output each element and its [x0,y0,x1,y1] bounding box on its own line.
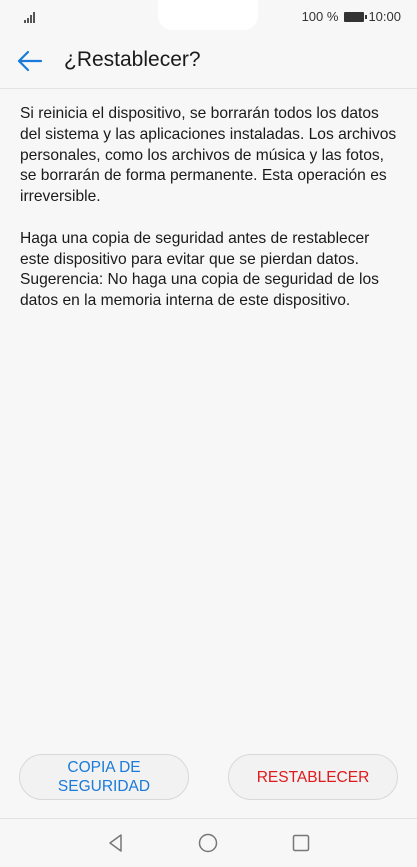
backup-button-label-line2: SEGURIDAD [57,778,151,795]
backup-button-label-line1: COPIA DE [67,759,141,776]
action-bar: ¿Restablecer? [0,34,417,89]
reset-button-label: RESTABLECER [256,768,370,786]
page-title: ¿Restablecer? [64,48,201,71]
nav-home-button[interactable] [194,829,222,857]
status-bar: 100 % 10:00 [0,0,417,34]
clock: 10:00 [368,9,401,24]
triangle-back-icon [109,834,122,852]
back-button[interactable] [14,46,46,76]
warning-paragraph-data-loss: Si reinicia el dispositivo, se borrarán … [20,105,397,206]
battery-percent: 100 % [301,9,339,24]
back-arrow-icon [17,50,43,72]
square-recents-icon [292,834,310,852]
circle-home-icon [198,833,218,853]
navigation-bar [0,818,417,867]
warning-message: Si reinicia el dispositivo, se borrarán … [20,104,400,312]
reset-button[interactable]: RESTABLECER [228,754,398,800]
nav-recents-button[interactable] [287,829,315,857]
nav-back-button[interactable] [102,829,130,857]
status-indicators: 100 % 10:00 [302,9,401,24]
display-notch [158,0,258,30]
warning-paragraph-backup-advice: Haga una copia de seguridad antes de res… [20,229,379,310]
backup-button[interactable]: COPIA DE SEGURIDAD [19,754,189,800]
battery-icon [344,11,368,22]
signal-bars-icon [24,11,40,23]
